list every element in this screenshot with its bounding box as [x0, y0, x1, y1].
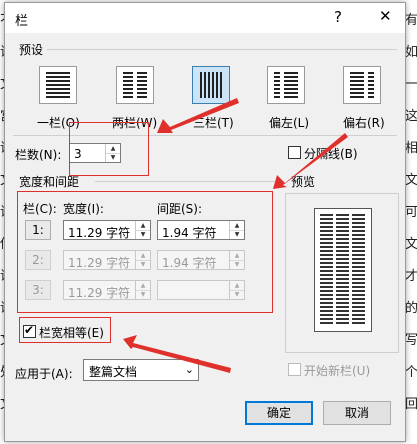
background-text-char: 写 [405, 333, 417, 348]
background-text-char: 这 [405, 109, 417, 124]
background-text-char: 相 [405, 141, 417, 156]
arrow-to-equal-width [123, 335, 231, 373]
arrow-to-width-spacing [273, 133, 348, 189]
background-text-char: 可 [405, 205, 417, 220]
background-text-char: 文 [405, 173, 417, 188]
columns-dialog: 栏 ? ✕ 预设 一栏(O) 两栏(W) 三栏(T) 偏左(L) 偏右(R) 栏… [4, 2, 406, 442]
background-text-char: 才 [405, 269, 417, 284]
arrow-to-presets [157, 98, 239, 133]
background-text-char: 有 [405, 13, 417, 28]
background-text-char: 文 [405, 237, 417, 252]
background-text-char: 的 [405, 301, 417, 316]
background-text-char: 如 [405, 45, 417, 60]
background-text-char: 一 [405, 77, 417, 92]
background-text-char: 回 [405, 397, 417, 412]
background-text-char: 个 [405, 365, 417, 380]
annotation-arrows [123, 98, 348, 373]
